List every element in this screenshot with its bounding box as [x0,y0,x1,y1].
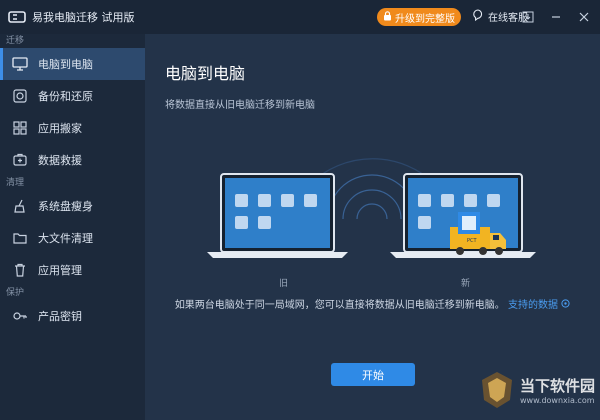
sidebar-item-label: 应用管理 [38,264,82,277]
section-label-clean: 清理 [6,178,25,188]
sidebar-item-product-key[interactable]: 产品密钥 [0,300,145,332]
sidebar-item-large-file[interactable]: 大文件清理 [0,222,145,254]
backup-icon [12,88,28,104]
sidebar-item-label: 备份和还原 [38,90,93,103]
watermark-url: www.downxia.com [520,396,595,405]
sidebar-item-label: 数据救援 [38,154,82,167]
page-subtitle: 将数据直接从旧电脑迁移到新电脑 [165,100,315,111]
folder-icon [12,230,28,246]
rescue-icon [12,152,28,168]
sidebar-item-pc-to-pc[interactable]: 电脑到电脑 [0,48,145,80]
info-text: 如果两台电脑处于同一局域网，您可以直接将数据从旧电脑迁移到新电脑。 [174,300,505,311]
sidebar-item-app-manage[interactable]: 应用管理 [0,254,145,286]
support-icon [472,9,484,24]
broom-icon [12,198,28,214]
truck-label: PCT [467,238,478,244]
sidebar-item-label: 大文件清理 [38,232,93,245]
title-bar: 易我电脑迁移 试用版 升级到完整版 在线客服 [0,0,600,34]
supported-data-link[interactable]: 支持的数据 [508,299,570,311]
monitor-icon [12,56,28,72]
sidebar-item-label: 电脑到电脑 [38,58,93,71]
watermark-name: 当下软件园 [520,377,596,395]
apps-icon [12,120,28,136]
new-pc-label: 新 [461,279,471,289]
help-icon [561,299,570,311]
app-title: 易我电脑迁移 试用版 [32,11,135,24]
info-text-line: 如果两台电脑处于同一局域网，您可以直接将数据从旧电脑迁移到新电脑。 支持的数据 [145,296,600,311]
section-label-protect: 保护 [6,288,25,298]
sidebar-item-system-slim[interactable]: 系统盘瘦身 [0,190,145,222]
old-laptop-icon [207,173,348,258]
start-button[interactable]: 开始 [331,363,415,386]
upgrade-label: 升级到完整版 [395,13,455,25]
download-icon[interactable] [520,9,536,25]
sidebar: 迁移 电脑到电脑 备份和还原 应用搬家 数据救援 清理 系统盘瘦身 大文件清理 … [0,34,145,420]
section-label-migrate: 迁移 [6,36,25,46]
sidebar-item-label: 产品密钥 [38,310,82,323]
upgrade-button[interactable]: 升级到完整版 [377,8,461,26]
sidebar-item-label: 系统盘瘦身 [38,200,93,213]
close-icon[interactable] [576,9,592,25]
trash-icon [12,262,28,278]
sidebar-item-backup[interactable]: 备份和还原 [0,80,145,112]
migration-illustration: PCT [207,158,536,258]
key-icon [12,308,28,324]
sidebar-item-app-migration[interactable]: 应用搬家 [0,112,145,144]
site-watermark: 当下软件园 www.downxia.com [480,370,595,410]
watermark-logo-icon [482,372,512,408]
lock-icon [383,10,392,24]
page-title: 电脑到电脑 [165,64,246,83]
old-pc-label: 旧 [279,279,289,289]
minimize-icon[interactable] [548,9,564,25]
main-panel: 电脑到电脑 将数据直接从旧电脑迁移到新电脑 PCT 旧 新 如果两台电脑处于同一… [145,34,600,420]
sidebar-item-label: 应用搬家 [38,122,82,135]
app-logo-icon [4,0,30,34]
sidebar-item-data-rescue[interactable]: 数据救援 [0,144,145,176]
